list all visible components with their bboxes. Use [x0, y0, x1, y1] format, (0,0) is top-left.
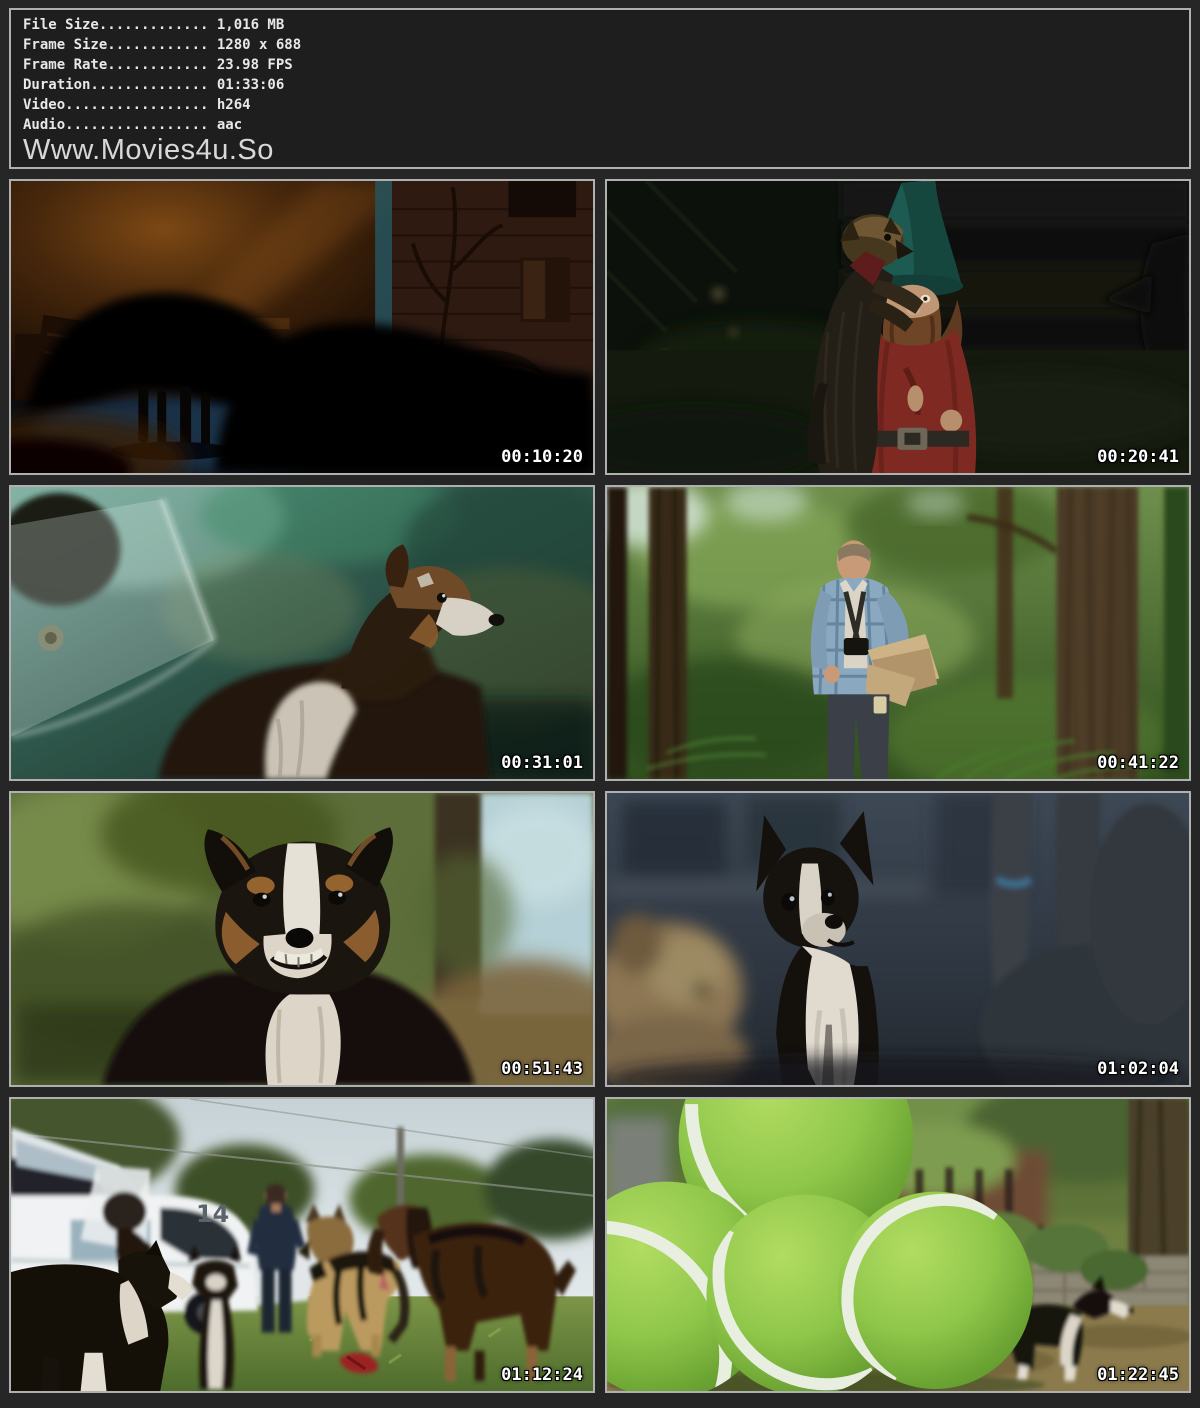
scene-van-dogs: 14 — [11, 1099, 593, 1391]
tree-trunk-left — [649, 487, 687, 779]
thumbnail-2: 00:20:41 — [605, 179, 1191, 475]
info-label: Video................. — [23, 97, 208, 113]
info-value: 01:33:06 — [208, 77, 284, 93]
info-row-frame-size: Frame Size............1280 x 688 — [23, 35, 1185, 55]
scene-night-alley-dog — [11, 181, 593, 473]
scene-smiling-aussie — [11, 793, 593, 1085]
info-label: Frame Rate............ — [23, 57, 208, 73]
timestamp-overlay: 00:31:01 — [501, 753, 583, 773]
timestamp-overlay: 01:22:45 — [1097, 1365, 1179, 1385]
timestamp-overlay: 01:12:24 — [501, 1365, 583, 1385]
tree-trunk-right — [1057, 487, 1139, 779]
info-value: 23.98 FPS — [208, 57, 292, 73]
info-row-audio: Audio.................aac — [23, 115, 1185, 135]
scene-man-forest — [607, 487, 1189, 779]
site-watermark: Www.Movies4u.So — [23, 135, 1185, 165]
timestamp-overlay: 00:41:22 — [1097, 753, 1179, 773]
blurry-gray-dog — [980, 793, 1189, 1085]
screenshot-grid: 00:10:20 — [9, 179, 1191, 1393]
info-value: 1,016 MB — [208, 17, 284, 33]
info-row-duration: Duration..............01:33:06 — [23, 75, 1185, 95]
binoculars — [844, 638, 869, 655]
thumbnail-1: 00:10:20 — [9, 179, 595, 475]
thumbnail-3: 00:31:01 — [9, 485, 595, 781]
info-label: Duration.............. — [23, 77, 208, 93]
van-number: 14 — [196, 1200, 229, 1228]
info-value: 1280 x 688 — [208, 37, 301, 53]
info-row-video: Video.................h264 — [23, 95, 1185, 115]
media-info-panel: File Size.............1,016 MB Frame Siz… — [9, 8, 1191, 169]
info-label: Audio................. — [23, 117, 208, 133]
timestamp-overlay: 00:20:41 — [1097, 447, 1179, 467]
scene-boston-terrier — [607, 793, 1189, 1085]
info-row-frame-rate: Frame Rate............23.98 FPS — [23, 55, 1185, 75]
scene-dog-gnome — [607, 181, 1189, 473]
timestamp-overlay: 00:10:20 — [501, 447, 583, 467]
info-value: h264 — [208, 97, 250, 113]
thumbnail-4: 00:41:22 — [605, 485, 1191, 781]
info-label: Frame Size............ — [23, 37, 208, 53]
scene-aussie-barn — [11, 487, 593, 779]
scene-tennis-balls — [607, 1099, 1189, 1391]
timestamp-overlay: 00:51:43 — [501, 1059, 583, 1079]
thumbnail-7: 14 — [9, 1097, 595, 1393]
thumbnail-6: 01:02:04 — [605, 791, 1191, 1087]
info-value: aac — [208, 117, 242, 133]
info-row-file-size: File Size.............1,016 MB — [23, 15, 1185, 35]
info-label: File Size............. — [23, 17, 208, 33]
thumbnail-8: 01:22:45 — [605, 1097, 1191, 1393]
timestamp-overlay: 01:02:04 — [1097, 1059, 1179, 1079]
thumbnail-5: 00:51:43 — [9, 791, 595, 1087]
